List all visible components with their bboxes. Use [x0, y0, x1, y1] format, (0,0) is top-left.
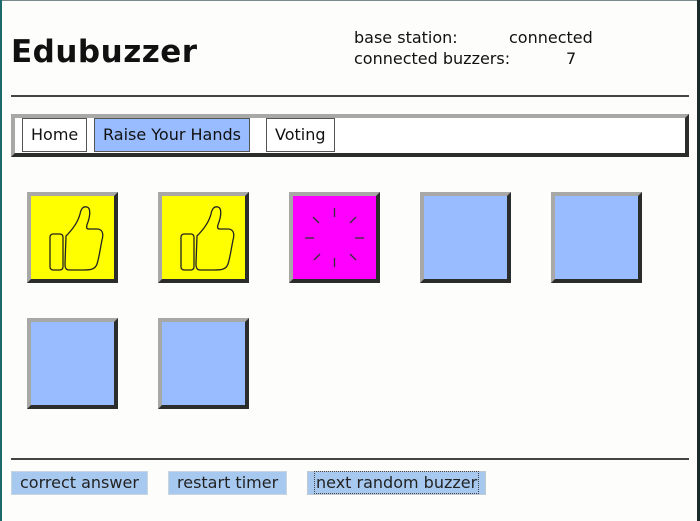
connected-buzzers-label: connected buzzers: [354, 49, 511, 68]
buzzer-1[interactable] [27, 192, 118, 283]
buzzer-5[interactable] [551, 192, 642, 283]
base-station-row: base station: connected [354, 27, 593, 48]
next-random-buzzer-button[interactable]: next random buzzer [307, 471, 487, 495]
correct-answer-button[interactable]: correct answer [11, 471, 148, 495]
footer-divider [11, 458, 689, 460]
thumbs-up-icon [180, 206, 235, 271]
connected-buzzers-count: 7 [566, 49, 577, 68]
window-left-border [0, 0, 2, 521]
tab-voting[interactable]: Voting [266, 118, 335, 152]
buzzer-7[interactable] [158, 318, 249, 409]
base-station-label: base station: [354, 28, 458, 47]
tab-bar: Home Raise Your Hands Voting [11, 114, 689, 157]
buzzer-6[interactable] [27, 318, 118, 409]
connection-status: base station: connected connected buzzer… [354, 27, 593, 69]
buzzer-3[interactable] [289, 192, 380, 283]
tab-home[interactable]: Home [22, 118, 88, 152]
connected-buzzers-row: connected buzzers: 7 [354, 48, 593, 69]
window-top-border [0, 0, 700, 1]
flash-burst-icon [305, 208, 364, 267]
next-random-buzzer-label: next random buzzer [313, 471, 480, 494]
header-divider [11, 95, 689, 97]
buzzer-2[interactable] [158, 192, 249, 283]
app-title: Edubuzzer [11, 34, 198, 70]
tab-raise-your-hands[interactable]: Raise Your Hands [94, 118, 250, 152]
base-station-value: connected [509, 28, 593, 47]
restart-timer-button[interactable]: restart timer [168, 471, 288, 495]
buzzer-4[interactable] [420, 192, 511, 283]
thumbs-up-icon [49, 206, 104, 271]
